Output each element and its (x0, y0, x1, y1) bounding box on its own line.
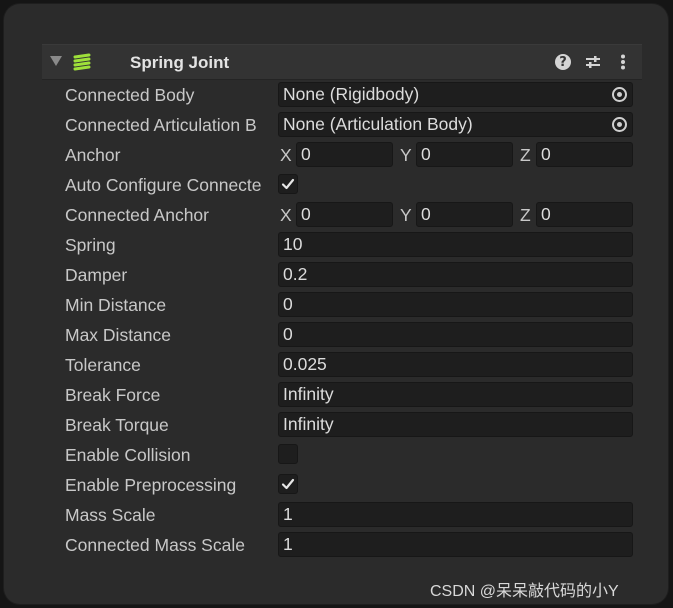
spring-label: Spring (65, 235, 116, 255)
enable-preprocessing-label: Enable Preprocessing (65, 475, 237, 495)
connected-body-label: Connected Body (65, 85, 195, 105)
min-distance-label: Min Distance (65, 295, 167, 315)
anchor-x-label: X (280, 145, 292, 165)
row-break-torque: Break Torque Infinity (4, 410, 668, 440)
checkmark-icon (281, 478, 295, 490)
mass-scale-label: Mass Scale (65, 505, 156, 525)
watermark-text: CSDN @呆呆敲代码的小Y (430, 583, 619, 600)
row-connected-mass-scale: Connected Mass Scale 1 (4, 530, 668, 560)
connected-anchor-x-label: X (280, 205, 292, 225)
mass-scale-field[interactable]: 1 (278, 502, 633, 527)
connected-anchor-z-label: Z (520, 205, 531, 225)
connected-articulation-body-field[interactable]: None (Articulation Body) (278, 112, 633, 137)
max-distance-field[interactable]: 0 (278, 322, 633, 347)
kebab-menu-icon[interactable] (612, 51, 634, 73)
row-tolerance: Tolerance 0.025 (4, 350, 668, 380)
connected-anchor-z-field[interactable]: 0 (536, 202, 633, 227)
row-enable-collision: Enable Collision (4, 440, 668, 470)
anchor-y-label: Y (400, 145, 412, 165)
break-force-label: Break Force (65, 385, 161, 405)
spring-field[interactable]: 10 (278, 232, 633, 257)
row-connected-anchor: Connected Anchor X 0 Y 0 Z 0 (4, 200, 668, 230)
enable-collision-label: Enable Collision (65, 445, 191, 465)
connected-anchor-x-field[interactable]: 0 (296, 202, 393, 227)
tolerance-label: Tolerance (65, 355, 141, 375)
connected-mass-scale-field[interactable]: 1 (278, 532, 633, 557)
break-torque-label: Break Torque (65, 415, 169, 435)
anchor-z-field[interactable]: 0 (536, 142, 633, 167)
tolerance-field[interactable]: 0.025 (278, 352, 633, 377)
damper-label: Damper (65, 265, 128, 285)
row-auto-configure: Auto Configure Connecte (4, 170, 668, 200)
connected-anchor-y-field[interactable]: 0 (416, 202, 513, 227)
connected-body-value: None (Rigidbody) (283, 84, 420, 104)
anchor-y-field[interactable]: 0 (416, 142, 513, 167)
row-max-distance: Max Distance 0 (4, 320, 668, 350)
object-picker-icon[interactable] (612, 117, 627, 132)
object-picker-icon[interactable] (612, 87, 627, 102)
enable-preprocessing-checkbox[interactable] (278, 474, 298, 494)
row-anchor: Anchor X 0 Y 0 Z 0 (4, 140, 668, 170)
connected-body-field[interactable]: None (Rigidbody) (278, 82, 633, 107)
sliders-icon[interactable] (582, 51, 604, 73)
min-distance-field[interactable]: 0 (278, 292, 633, 317)
foldout-arrow-icon[interactable] (50, 56, 62, 66)
row-mass-scale: Mass Scale 1 (4, 500, 668, 530)
break-torque-field[interactable]: Infinity (278, 412, 633, 437)
anchor-x-field[interactable]: 0 (296, 142, 393, 167)
connected-articulation-body-value: None (Articulation Body) (283, 114, 473, 134)
row-enable-preprocessing: Enable Preprocessing (4, 470, 668, 500)
row-min-distance: Min Distance 0 (4, 290, 668, 320)
max-distance-label: Max Distance (65, 325, 172, 345)
anchor-label: Anchor (65, 145, 121, 165)
anchor-z-label: Z (520, 145, 531, 165)
connected-articulation-body-label: Connected Articulation B (65, 115, 257, 135)
damper-field[interactable]: 0.2 (278, 262, 633, 287)
connected-anchor-label: Connected Anchor (65, 205, 209, 225)
connected-mass-scale-label: Connected Mass Scale (65, 535, 245, 555)
inspector-panel: Spring Joint ? Connected Body None (Rigi… (4, 4, 668, 604)
row-damper: Damper 0.2 (4, 260, 668, 290)
checkmark-icon (281, 178, 295, 190)
auto-configure-label: Auto Configure Connecte (65, 175, 262, 195)
auto-configure-checkbox[interactable] (278, 174, 298, 194)
connected-anchor-y-label: Y (400, 205, 412, 225)
row-spring: Spring 10 (4, 230, 668, 260)
component-header[interactable]: Spring Joint ? (42, 44, 642, 80)
row-break-force: Break Force Infinity (4, 380, 668, 410)
enable-collision-checkbox[interactable] (278, 444, 298, 464)
component-title: Spring Joint (130, 53, 230, 72)
spring-joint-icon (73, 53, 91, 71)
help-icon[interactable]: ? (552, 51, 574, 73)
row-connected-articulation-body: Connected Articulation B None (Articulat… (4, 110, 668, 140)
break-force-field[interactable]: Infinity (278, 382, 633, 407)
row-connected-body: Connected Body None (Rigidbody) (4, 80, 668, 110)
